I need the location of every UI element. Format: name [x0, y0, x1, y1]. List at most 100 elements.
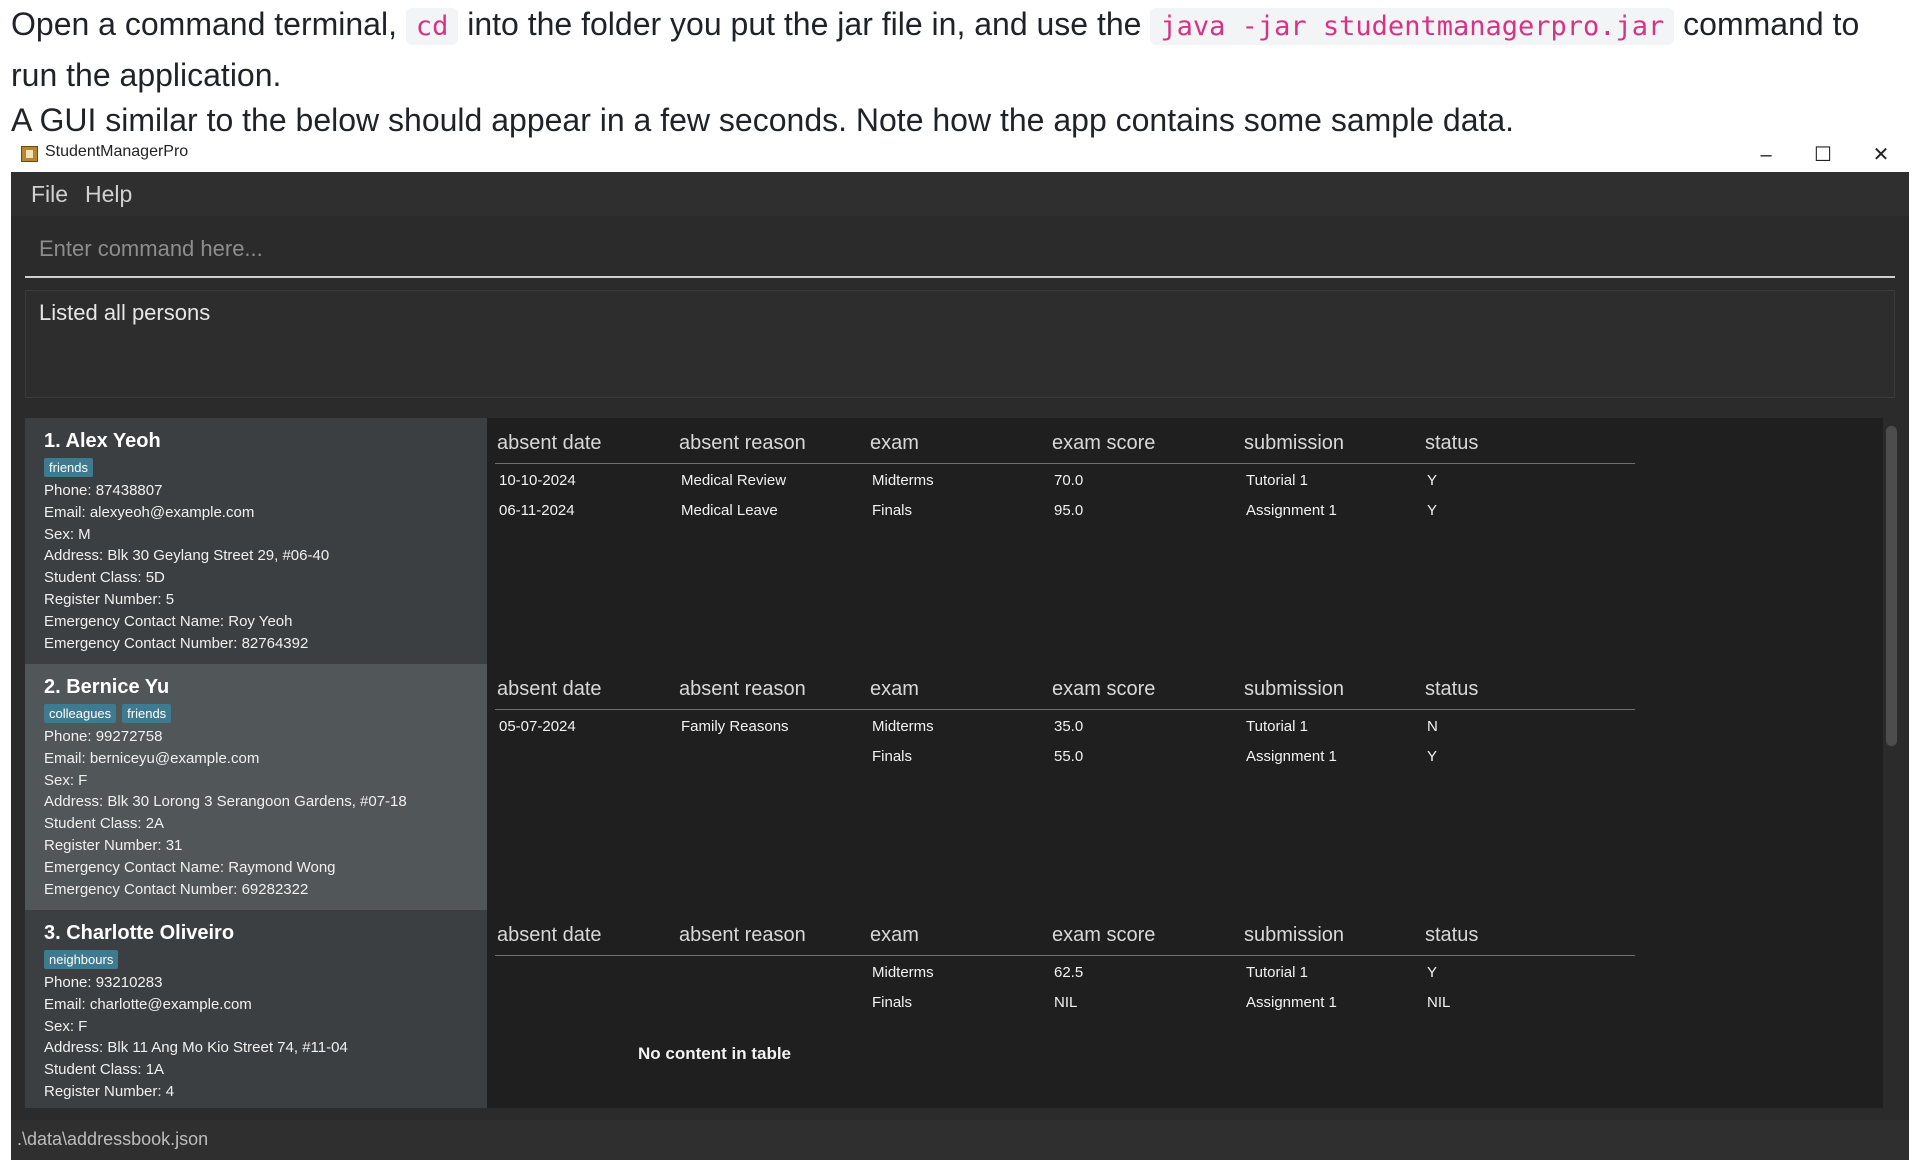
emergency-contact-number-text: Emergency Contact Number: 82764392 — [44, 634, 309, 652]
header-divider — [1050, 955, 1262, 956]
email-text: Email: alexyeoh@example.com — [44, 503, 255, 521]
save-location: .\data\addressbook.json — [17, 1129, 209, 1149]
status-cell: Y — [1427, 502, 1438, 519]
exam-score-cell: 70.0 — [1054, 472, 1084, 489]
menu-bar: File Help — [11, 172, 1909, 216]
absent-date-header[interactable]: absent date — [497, 432, 602, 455]
exam-score-cell: 55.0 — [1054, 748, 1084, 765]
header-divider — [1423, 955, 1635, 956]
person-card[interactable]: 1. Alex Yeoh friends Phone: 87438807 Email:… — [25, 418, 1883, 664]
minimize-icon[interactable]: – — [1746, 140, 1786, 170]
exam-column: exam Midterms Finals — [864, 664, 1080, 910]
exam-header[interactable]: exam — [870, 678, 919, 701]
status-column: status Y NIL — [1419, 910, 1635, 1108]
status-header[interactable]: status — [1425, 432, 1478, 455]
maximize-icon[interactable]: ☐ — [1803, 140, 1843, 170]
absent-reason-header[interactable]: absent reason — [679, 924, 806, 947]
exam-cell: Finals — [872, 748, 913, 765]
status-cell: Y — [1427, 472, 1438, 489]
absent-date-header[interactable]: absent date — [497, 678, 602, 701]
submission-cell: Assignment 1 — [1246, 748, 1337, 765]
status-cell: Y — [1427, 748, 1438, 765]
phone-text: Phone: 87438807 — [44, 482, 163, 499]
person-name: 3. Charlotte Oliveiro — [44, 922, 235, 944]
absent-reason-header[interactable]: absent reason — [679, 432, 806, 455]
submission-cell: Assignment 1 — [1246, 994, 1337, 1011]
person-info: 3. Charlotte Oliveiro neighbours Phone: 93… — [25, 910, 487, 1108]
submission-cell: Tutorial 1 — [1246, 964, 1308, 981]
command-input[interactable] — [25, 222, 1895, 276]
header-divider — [1423, 463, 1635, 464]
header-divider — [1050, 709, 1262, 710]
list-scrollbar[interactable] — [1883, 418, 1899, 1108]
header-divider — [677, 955, 889, 956]
emergency-contact-name-text: Emergency Contact Name: Roy Yeoh — [44, 612, 293, 630]
exam-column: exam Midterms Finals — [864, 910, 1080, 1108]
result-message: Listed all persons — [39, 300, 211, 325]
absent-date-header[interactable]: absent date — [497, 924, 602, 947]
header-divider — [1423, 709, 1635, 710]
menu-file[interactable]: File — [31, 181, 68, 208]
exam-score-column: exam score 70.0 95.0 — [1046, 418, 1262, 664]
absent-date-column: absent date 05-07-2024 — [491, 664, 707, 910]
status-header[interactable]: status — [1425, 924, 1478, 947]
close-icon[interactable]: ✕ — [1861, 140, 1901, 170]
person-info: 2. Bernice Yu colleagues friends Phone: 992… — [25, 664, 487, 910]
absent-reason-column: absent reason — [673, 910, 889, 1108]
submission-header[interactable]: submission — [1244, 678, 1344, 701]
result-display: Listed all persons — [25, 290, 1895, 398]
exam-score-column: exam score 62.5 NIL — [1046, 910, 1262, 1108]
person-info: 1. Alex Yeoh friends Phone: 87438807 Email:… — [25, 418, 487, 664]
register-number-text: Register Number: 31 — [44, 837, 183, 854]
menu-help[interactable]: Help — [85, 181, 132, 208]
scrollbar-thumb[interactable] — [1886, 426, 1897, 746]
tag-badge: friends — [122, 704, 172, 723]
status-cell: N — [1427, 718, 1438, 735]
exam-header[interactable]: exam — [870, 432, 919, 455]
status-cell: Y — [1427, 964, 1438, 981]
exam-column: exam Midterms Finals — [864, 418, 1080, 664]
phone-text: Phone: 93210283 — [44, 974, 163, 991]
submission-cell: Tutorial 1 — [1246, 718, 1308, 735]
person-name: 2. Bernice Yu — [44, 676, 170, 698]
exam-score-header[interactable]: exam score — [1052, 432, 1155, 455]
register-number-text: Register Number: 4 — [44, 1083, 175, 1100]
person-list[interactable]: 1. Alex Yeoh friends Phone: 87438807 Email:… — [25, 418, 1883, 1108]
window-title: StudentManagerPro — [45, 143, 189, 160]
header-divider — [677, 463, 889, 464]
exam-score-header[interactable]: exam score — [1052, 924, 1155, 947]
exam-score-header[interactable]: exam score — [1052, 678, 1155, 701]
tag-list: neighbours — [44, 950, 124, 972]
exam-header[interactable]: exam — [870, 924, 919, 947]
exam-score-column: exam score 35.0 55.0 — [1046, 664, 1262, 910]
sex-text: Sex: F — [44, 771, 88, 789]
submission-cell: Assignment 1 — [1246, 502, 1337, 519]
exam-cell: Finals — [872, 502, 913, 519]
student-class-text: Student Class: 1A — [44, 1061, 165, 1079]
app-body: File Help Listed all persons 1. Alex Yeo… — [11, 172, 1909, 1160]
status-header[interactable]: status — [1425, 678, 1478, 701]
gui-description: A GUI similar to the below should appear… — [11, 102, 1515, 138]
submission-header[interactable]: submission — [1244, 924, 1344, 947]
absent-reason-header[interactable]: absent reason — [679, 678, 806, 701]
absent-reason-cell: Family Reasons — [681, 718, 789, 735]
absent-date-column: absent date 10-10-2024 06-11-2024 — [491, 418, 707, 664]
absent-date-cell: 05-07-2024 — [499, 718, 576, 735]
exam-score-cell: 62.5 — [1054, 964, 1084, 981]
address-text: Address: Blk 30 Lorong 3 Serangoon Garde… — [44, 793, 407, 811]
exam-score-cell: 95.0 — [1054, 502, 1084, 519]
sex-text: Sex: M — [44, 525, 91, 543]
absent-date-cell: 06-11-2024 — [499, 502, 575, 519]
person-name: 1. Alex Yeoh — [44, 430, 161, 452]
absent-reason-column: absent reason Medical Review Medical Leave — [673, 418, 889, 664]
instruction-paragraph: Open a command terminal, cd into the fol… — [11, 0, 1907, 99]
emergency-contact-name-text: Emergency Contact Name: Raymond Wong — [44, 858, 336, 876]
person-card[interactable]: 3. Charlotte Oliveiro neighbours Phone: 93… — [25, 910, 1883, 1108]
person-card[interactable]: 2. Bernice Yu colleagues friends Phone: 992… — [25, 664, 1883, 910]
tag-badge: friends — [44, 458, 94, 477]
instruction-text-1: Open a command terminal, — [11, 6, 406, 42]
command-box — [25, 222, 1895, 278]
tag-list: friends — [44, 458, 99, 480]
submission-header[interactable]: submission — [1244, 432, 1344, 455]
email-text: Email: charlotte@example.com — [44, 995, 252, 1013]
